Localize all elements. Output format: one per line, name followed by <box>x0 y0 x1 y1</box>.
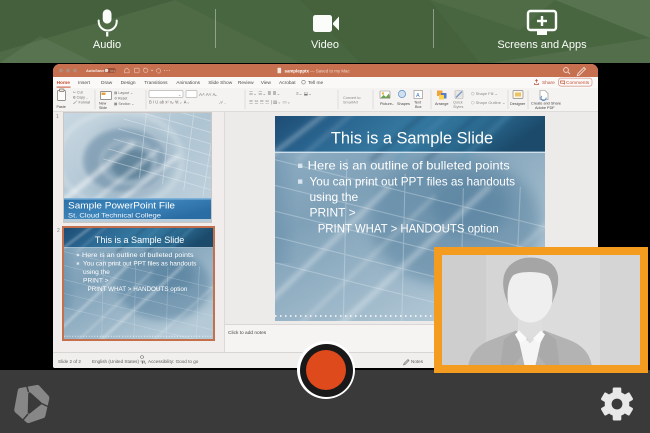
svg-text:⌄: ⌄ <box>178 92 181 97</box>
svg-text:Slide 2 of 2: Slide 2 of 2 <box>58 359 81 364</box>
svg-text:Acrobat: Acrobat <box>279 80 296 86</box>
svg-text:Notes: Notes <box>411 359 424 364</box>
svg-text:This is a Sample Slide: This is a Sample Slide <box>331 129 493 147</box>
svg-text:▤ Layout ⌄: ▤ Layout ⌄ <box>114 91 133 95</box>
svg-text:View: View <box>261 80 272 86</box>
svg-text:Arrange: Arrange <box>435 102 449 106</box>
svg-text:English (United States): English (United States) <box>92 359 139 364</box>
svg-text:Accessibility: Good to go: Accessibility: Good to go <box>148 359 199 364</box>
svg-text:Draw: Draw <box>101 80 113 86</box>
svg-text:St. Cloud Technical College: St. Cloud Technical College <box>68 213 162 220</box>
svg-text:B I U ab x² x₂ ℀⌄ 𝖠⌄: B I U ab x² x₂ ℀⌄ 𝖠⌄ <box>149 100 190 105</box>
svg-text:PRINT >: PRINT > <box>310 206 356 220</box>
svg-text:Transitions: Transitions <box>144 80 168 86</box>
svg-text:Review: Review <box>238 80 254 86</box>
svg-text:Tell me: Tell me <box>308 80 324 86</box>
svg-text:✂ Cut: ✂ Cut <box>73 91 83 95</box>
svg-text:Text: Text <box>414 101 422 105</box>
svg-text:🖌 Format: 🖌 Format <box>73 100 90 105</box>
svg-text:PRINT WHAT > HANDOUTS option: PRINT WHAT > HANDOUTS option <box>318 221 499 235</box>
svg-text:AutoSave: AutoSave <box>86 68 105 73</box>
svg-text:Quick: Quick <box>453 101 463 105</box>
svg-text:Designer: Designer <box>510 102 526 106</box>
svg-text:Slide Show: Slide Show <box>208 80 233 86</box>
svg-text:Design: Design <box>121 80 136 86</box>
svg-text:⌄: ⌄ <box>391 102 394 106</box>
svg-text:Paste: Paste <box>57 105 66 109</box>
svg-text:☰⌄ ☰⌄ ≣ ≣⌄: ☰⌄ ☰⌄ ≣ ≣⌄ <box>249 88 280 96</box>
svg-text:OFF: OFF <box>110 69 116 73</box>
svg-text:⬠ Shape Fill ⌄: ⬠ Shape Fill ⌄ <box>471 91 498 96</box>
svg-text:⬡ Shape Outline ⌄: ⬡ Shape Outline ⌄ <box>471 100 505 105</box>
svg-text:⧉ Copy ⌄: ⧉ Copy ⌄ <box>73 96 88 100</box>
svg-text:Home: Home <box>57 80 71 86</box>
svg-text:SmartArt: SmartArt <box>343 101 359 105</box>
svg-text:Click to add notes: Click to add notes <box>228 330 267 336</box>
svg-text:☰ ☱ ☴ ☵ | ▤⌄ ▭⌄: ☰ ☱ ☴ ☵ | ▤⌄ ▭⌄ <box>249 100 291 105</box>
svg-text:Shapes: Shapes <box>397 102 410 106</box>
svg-text:New: New <box>99 102 107 106</box>
svg-text:Sample PowerPoint File: Sample PowerPoint File <box>68 201 175 211</box>
svg-text:using the: using the <box>310 190 359 204</box>
svg-text:Create and Share: Create and Share <box>531 102 561 106</box>
svg-text:samplepptx — Saved to my Mac: samplepptx — Saved to my Mac <box>285 68 351 73</box>
svg-text:Box: Box <box>415 105 422 109</box>
svg-text:▦ Section ⌄: ▦ Section ⌄ <box>114 102 134 106</box>
svg-text:Convert to: Convert to <box>343 96 361 100</box>
svg-text:𝒜 ⌄: 𝒜 ⌄ <box>219 100 226 105</box>
svg-text:Insert: Insert <box>78 80 91 86</box>
svg-text:≡⌄ ⬓⌄: ≡⌄ ⬓⌄ <box>296 91 312 96</box>
svg-text:Comments: Comments <box>566 80 590 86</box>
svg-text:Here is an outline of bulleted: Here is an outline of bulleted points <box>308 159 510 173</box>
svg-text:⟲ Reset: ⟲ Reset <box>114 97 127 101</box>
svg-text:A˄ A˅ A̶: A˄ A˅ A̶ <box>199 92 218 97</box>
svg-text:Slide: Slide <box>99 106 107 110</box>
svg-text:A: A <box>416 93 420 99</box>
svg-text:Animations: Animations <box>176 80 200 86</box>
svg-text:You can print out PPT files as: You can print out PPT files as handouts <box>310 174 516 188</box>
svg-text:Styles: Styles <box>453 105 463 109</box>
svg-text:Share: Share <box>542 80 555 86</box>
svg-text:Adobe PDF: Adobe PDF <box>535 106 555 110</box>
